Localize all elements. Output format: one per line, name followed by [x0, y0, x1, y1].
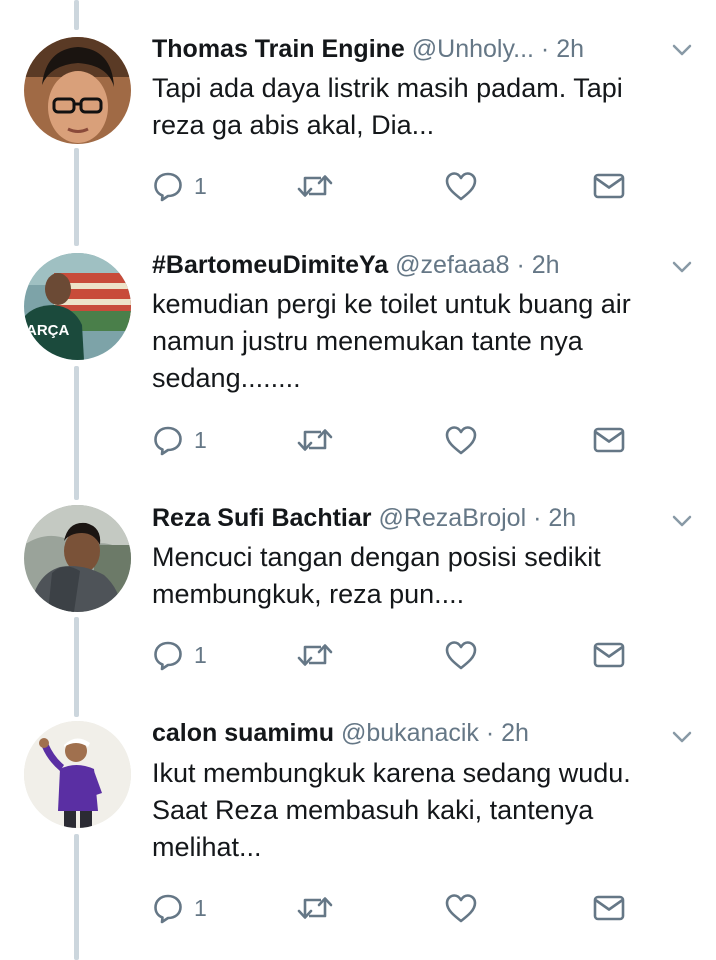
tweet-text-line: reza ga abis akal, Dia...	[152, 110, 435, 140]
envelope-icon	[593, 427, 625, 453]
separator-dot: ·	[485, 719, 495, 747]
user-handle[interactable]: @RezaBrojol	[378, 504, 526, 532]
timestamp[interactable]: 2h	[548, 504, 576, 532]
direct-message-button[interactable]	[592, 169, 626, 203]
reply-button[interactable]: 1	[152, 169, 207, 203]
avatar-jersey-text: ARÇA	[26, 322, 69, 339]
separator-dot: ·	[540, 35, 550, 63]
retweet-button[interactable]	[296, 423, 334, 457]
chevron-down-icon[interactable]	[670, 42, 694, 58]
thread-line	[74, 0, 79, 30]
reply-button[interactable]: 1	[152, 638, 207, 672]
reply-button[interactable]: 1	[152, 891, 207, 925]
reply-count: 1	[194, 642, 207, 668]
heart-icon	[445, 894, 477, 923]
tweet-text: kemudian pergi ke toilet untuk buang air…	[152, 286, 692, 397]
chevron-down-icon[interactable]	[670, 729, 694, 745]
timestamp[interactable]: 2h	[556, 35, 584, 63]
avatar[interactable]	[24, 721, 131, 828]
tweet-header: #BartomeuDimiteYa @zefaaa8 · 2h	[152, 248, 656, 282]
man-in-purple-shirt-avatar-icon	[24, 721, 131, 828]
direct-message-button[interactable]	[592, 891, 626, 925]
retweet-icon	[297, 644, 333, 666]
tweet-text: Tapi ada daya listrik masih padam. Tapi …	[152, 70, 692, 144]
thread-line	[74, 366, 79, 500]
reply-icon	[154, 172, 182, 202]
retweet-icon	[297, 897, 333, 919]
chevron-down-icon[interactable]	[670, 259, 694, 275]
stadium-fan-avatar-icon: ARÇA	[24, 253, 131, 360]
retweet-icon	[297, 175, 333, 197]
thread-line	[74, 148, 79, 246]
chevron-down-icon[interactable]	[670, 513, 694, 529]
tweet-text-line: membungkuk, reza pun....	[152, 579, 465, 609]
display-name[interactable]: Thomas Train Engine	[152, 35, 405, 63]
tweet-header: Thomas Train Engine @Unholy... · 2h	[152, 32, 656, 66]
like-button[interactable]	[444, 423, 478, 457]
tweet-text-line: Mencuci tangan dengan posisi sedikit	[152, 542, 601, 572]
user-handle[interactable]: @Unholy...	[412, 35, 534, 63]
envelope-icon	[593, 895, 625, 921]
tweet-text: Ikut membungkuk karena sedang wudu. Saat…	[152, 755, 692, 866]
tweet-actions: 1	[152, 169, 632, 203]
timestamp[interactable]: 2h	[532, 251, 560, 279]
retweet-button[interactable]	[296, 891, 334, 925]
user-handle[interactable]: @zefaaa8	[395, 251, 509, 279]
tweet-text-line: Tapi ada daya listrik masih padam. Tapi	[152, 73, 623, 103]
hooded-man-avatar-icon	[24, 505, 131, 612]
tweet-text-line: sedang........	[152, 363, 301, 393]
envelope-icon	[593, 173, 625, 199]
tweet-header: calon suamimu @bukanacik · 2h	[152, 716, 656, 750]
heart-icon	[445, 641, 477, 670]
like-button[interactable]	[444, 638, 478, 672]
tweet-header: Reza Sufi Bachtiar @RezaBrojol · 2h	[152, 501, 656, 535]
thread-line	[74, 617, 79, 717]
tweet-text-line: kemudian pergi ke toilet untuk buang air	[152, 289, 631, 319]
reply-count: 1	[194, 895, 207, 921]
like-button[interactable]	[444, 891, 478, 925]
display-name[interactable]: calon suamimu	[152, 719, 334, 747]
tweet-actions: 1	[152, 423, 632, 457]
direct-message-button[interactable]	[592, 638, 626, 672]
like-button[interactable]	[444, 169, 478, 203]
display-name[interactable]: Reza Sufi Bachtiar	[152, 504, 372, 532]
reply-count: 1	[194, 427, 207, 453]
display-name[interactable]: #BartomeuDimiteYa	[152, 251, 388, 279]
heart-icon	[445, 426, 477, 455]
retweet-button[interactable]	[296, 638, 334, 672]
avatar[interactable]	[24, 505, 131, 612]
reply-button[interactable]: 1	[152, 423, 207, 457]
retweet-button[interactable]	[296, 169, 334, 203]
reply-count: 1	[194, 173, 207, 199]
envelope-icon	[593, 642, 625, 668]
avatar[interactable]	[24, 37, 131, 144]
avatar[interactable]: ARÇA	[24, 253, 131, 360]
reply-icon	[154, 894, 182, 924]
man-with-glasses-avatar-icon	[24, 37, 131, 144]
tweet-actions: 1	[152, 638, 632, 672]
tweet-actions: 1	[152, 891, 632, 925]
tweet-text-line: namun justru menemukan tante nya	[152, 326, 583, 356]
reply-icon	[154, 426, 182, 456]
thread-line	[74, 834, 79, 960]
tweet-text-line: Saat Reza membasuh kaki, tantenya	[152, 795, 594, 825]
heart-icon	[445, 172, 477, 201]
timestamp[interactable]: 2h	[501, 719, 529, 747]
reply-icon	[154, 641, 182, 671]
direct-message-button[interactable]	[592, 423, 626, 457]
separator-dot: ·	[516, 251, 525, 279]
separator-dot: ·	[533, 504, 542, 532]
tweet-text-line: melihat...	[152, 832, 262, 862]
user-handle[interactable]: @bukanacik	[341, 719, 479, 747]
tweet-text: Mencuci tangan dengan posisi sedikit mem…	[152, 539, 692, 613]
tweet-text-line: Ikut membungkuk karena sedang wudu.	[152, 758, 631, 788]
retweet-icon	[297, 429, 333, 451]
